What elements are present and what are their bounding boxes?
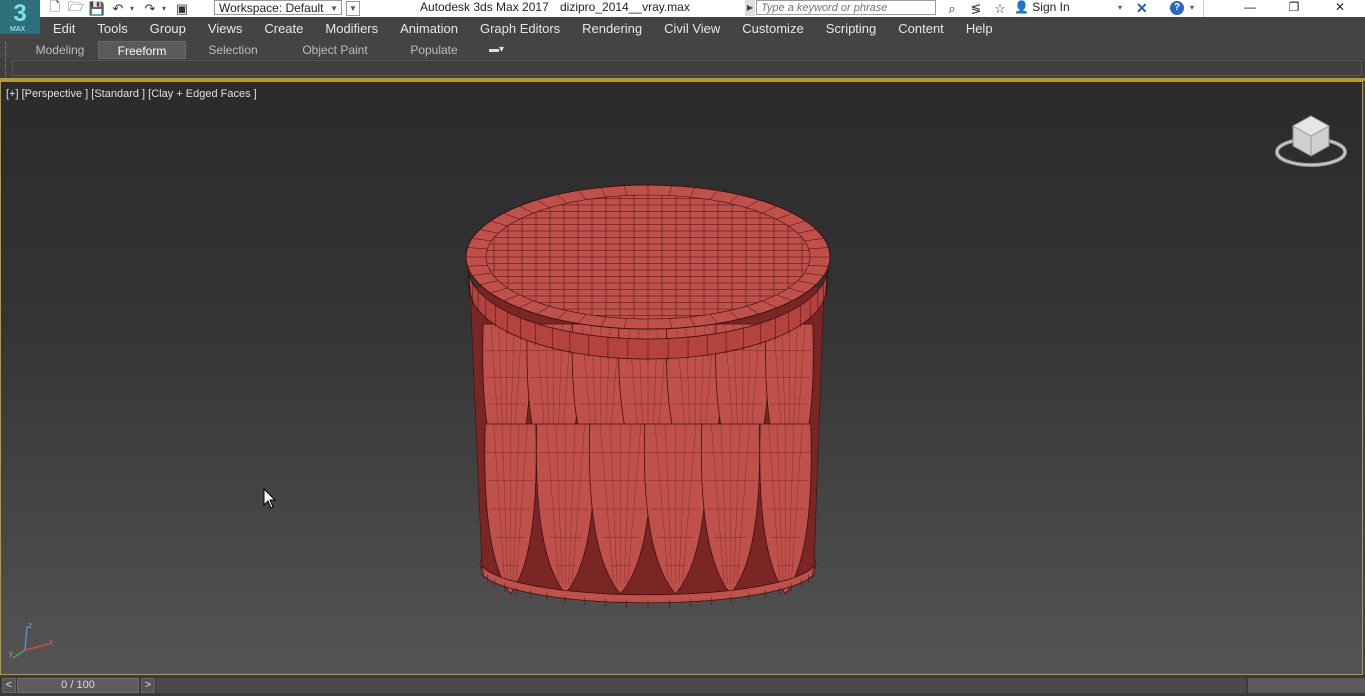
app-logo-sub: MAX [10, 26, 26, 33]
svg-text:x: x [49, 638, 53, 647]
sign-in-dropdown-icon[interactable]: ▾ [1118, 3, 1122, 12]
workspace-select[interactable]: Workspace: Default ▼ [214, 0, 342, 15]
window-controls-divider [1203, 0, 1204, 17]
svg-text:z: z [28, 621, 32, 630]
time-track[interactable] [156, 678, 1246, 693]
quick-access-toolbar: 🗋 🗁 💾 ↶ ▾ ↷ ▾ ▣ [46, 0, 191, 17]
new-file-icon[interactable]: 🗋 [46, 0, 64, 16]
menu-animation[interactable]: Animation [389, 17, 469, 40]
menu-group[interactable]: Group [139, 17, 197, 40]
ribbon-grip[interactable] [5, 42, 9, 58]
menu-views[interactable]: Views [197, 17, 253, 40]
ribbon-panel-area [12, 60, 1362, 76]
project-folder-icon[interactable]: ▣ [173, 1, 191, 16]
menu-tools[interactable]: Tools [86, 17, 138, 40]
undo-icon[interactable]: ↶ [109, 1, 127, 16]
3d-table-model[interactable] [457, 174, 837, 614]
menu-scripting[interactable]: Scripting [815, 17, 888, 40]
tab-selection[interactable]: Selection [194, 41, 272, 59]
ribbon-options-icon[interactable]: ▬▾ [489, 44, 504, 55]
file-name: dizipro_2014__vray.max [560, 0, 690, 14]
tab-freeform[interactable]: Freeform [98, 41, 186, 59]
menu-customize[interactable]: Customize [731, 17, 814, 40]
ribbon-panel-grip[interactable] [5, 59, 9, 77]
search-input[interactable] [756, 0, 936, 15]
exchange-apps-icon[interactable]: ✕ [1136, 0, 1150, 16]
open-file-icon[interactable]: 🗁 [67, 0, 85, 16]
previous-frame-button[interactable]: < [2, 678, 16, 693]
menu-edit[interactable]: Edit [42, 17, 86, 40]
menu-modifiers[interactable]: Modifiers [314, 17, 389, 40]
binoculars-icon[interactable]: ⌕ [940, 1, 964, 17]
track-bar-end[interactable] [1248, 678, 1365, 693]
app-logo-number: 3 [13, 0, 27, 27]
viewcube-icon[interactable] [1271, 114, 1351, 178]
menu-create[interactable]: Create [253, 17, 314, 40]
save-icon[interactable]: 💾 [88, 1, 106, 16]
communication-center-icon[interactable]: ≶ [964, 1, 988, 17]
minimize-button[interactable]: — [1228, 0, 1272, 16]
app-title: Autodesk 3ds Max 2017 [420, 0, 549, 14]
help-icon[interactable]: ? [1170, 1, 1184, 15]
title-bar: 3 MAX 🗋 🗁 💾 ↶ ▾ ↷ ▾ ▣ Workspace: Default… [0, 0, 1365, 34]
favorites-star-icon[interactable]: ☆ [988, 1, 1012, 17]
app-menu-button[interactable]: 3 MAX [0, 0, 40, 34]
menu-rendering[interactable]: Rendering [571, 17, 653, 40]
sign-in-button[interactable]: 👤 Sign In [1014, 0, 1070, 15]
menu-content[interactable]: Content [887, 17, 955, 40]
menu-help[interactable]: Help [955, 17, 1004, 40]
svg-text:y: y [9, 649, 13, 658]
infocenter-icons: ⌕ ≶ ☆ [940, 0, 1012, 17]
next-frame-button[interactable]: > [141, 678, 155, 693]
tab-modeling[interactable]: Modeling [24, 41, 96, 59]
ribbon-tab-bar: Modeling Freeform Selection Object Paint… [0, 40, 1365, 59]
redo-icon[interactable]: ↷ [141, 1, 159, 16]
close-button[interactable]: ✕ [1318, 0, 1362, 16]
menu-graph-editors[interactable]: Graph Editors [469, 17, 571, 40]
search-expand-icon[interactable]: ▶ [745, 0, 755, 16]
tab-populate[interactable]: Populate [400, 41, 468, 59]
mouse-cursor-icon [263, 488, 277, 509]
frame-readout: 0 / 100 [61, 679, 95, 691]
ribbon-panel [0, 59, 1365, 78]
viewport-label[interactable]: [+] [Perspective ] [Standard ] [Clay + E… [6, 88, 257, 100]
help-dropdown-icon[interactable]: ▾ [1190, 3, 1194, 12]
workspace-label: Workspace: Default [219, 1, 324, 15]
menu-civil-view[interactable]: Civil View [653, 17, 731, 40]
restore-button[interactable]: ❐ [1272, 0, 1316, 16]
undo-dropdown-icon[interactable]: ▾ [130, 4, 138, 13]
menu-bar: Edit Tools Group Views Create Modifiers Animat… [0, 17, 1365, 40]
axis-tripod-icon: z x y [9, 621, 53, 659]
perspective-viewport[interactable]: [+] [Perspective ] [Standard ] [Clay + E… [0, 81, 1363, 675]
tab-object-paint[interactable]: Object Paint [292, 41, 378, 59]
time-slider[interactable]: 0 / 100 [17, 678, 139, 693]
chevron-down-icon: ▼ [330, 4, 338, 13]
customize-toolbar-icon[interactable]: ▼ [346, 1, 360, 16]
time-slider-bar: < 0 / 100 > [0, 675, 1365, 696]
sign-in-label: Sign In [1032, 0, 1070, 14]
user-icon: 👤 [1014, 0, 1029, 14]
redo-dropdown-icon[interactable]: ▾ [162, 4, 170, 13]
